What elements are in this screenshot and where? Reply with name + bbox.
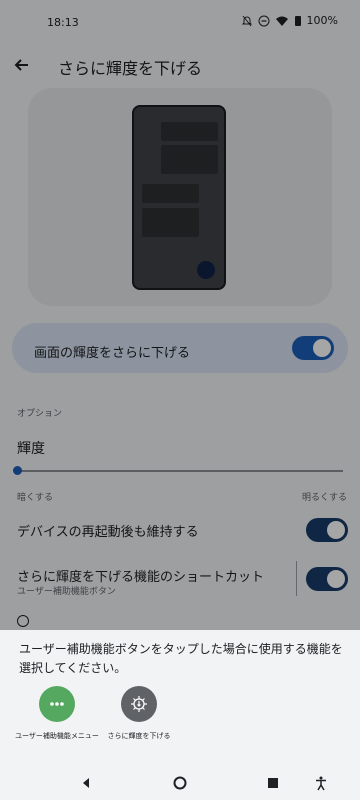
accessibility-menu-label: ユーザー補助機能メニュー <box>15 732 99 740</box>
extra-dim-button[interactable] <box>121 686 157 722</box>
more-horiz-icon <box>50 702 64 706</box>
modal-scrim[interactable] <box>0 0 360 630</box>
dimmer-icon <box>131 696 147 712</box>
accessibility-icon[interactable] <box>313 775 329 791</box>
bottom-sheet-message: ユーザー補助機能ボタンをタップした場合に使用する機能を選択してください。 <box>19 642 343 675</box>
back-icon[interactable] <box>78 775 94 791</box>
home-icon[interactable] <box>172 775 188 791</box>
recents-icon[interactable] <box>265 775 281 791</box>
screen: 18:13 100% さらに輝度を下げる 画面の輝度をさらに下げる オプション … <box>0 0 360 800</box>
navigation-bar <box>0 766 360 800</box>
accessibility-menu-button[interactable] <box>39 686 75 722</box>
extra-dim-label: さらに輝度を下げる <box>107 732 171 740</box>
